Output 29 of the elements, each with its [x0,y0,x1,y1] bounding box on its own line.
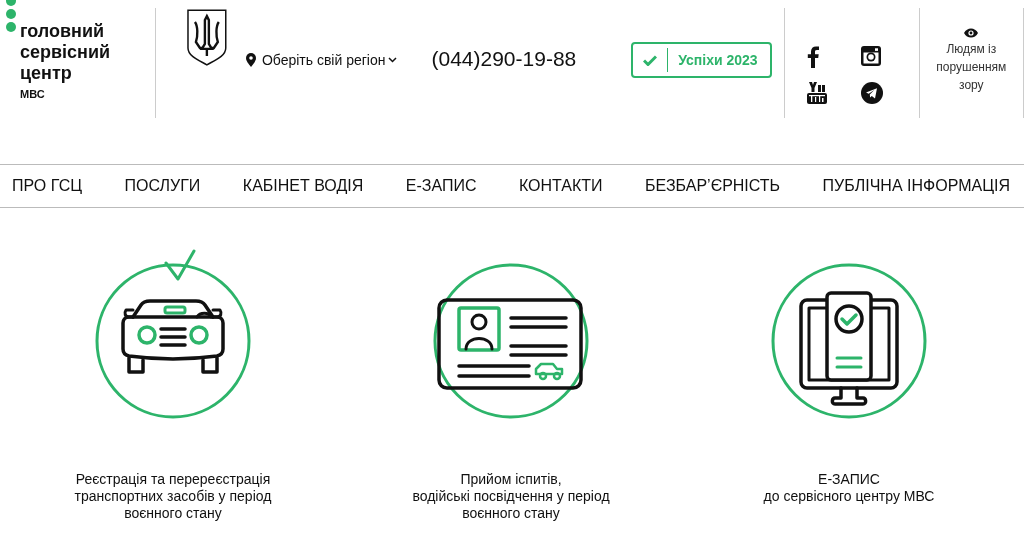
nav-link[interactable]: ПРО ГСЦ [12,177,83,195]
accessibility-link[interactable]: Людям із порушенням зору [929,40,1013,94]
location-pin-icon [245,53,256,67]
region-dropdown[interactable]: Оберіть свій регіон [261,52,398,68]
nav-link[interactable]: ПУБЛІЧНА ІНФОРМАЦІЯ [822,177,1010,195]
phone-number[interactable]: (044)290-19-88 [431,0,577,118]
nav-link[interactable]: БЕЗБАР’ЄРНІСТЬ [645,177,781,195]
logo-title[interactable]: головний сервісний центр [20,21,111,84]
license-card-icon [431,261,591,421]
check-icon [643,54,658,66]
nav-link[interactable]: КАБІНЕТ ВОДІЯ [242,177,364,195]
logo-dot [6,22,16,32]
service-link[interactable]: Е-ЗАПИС до сервісного центру МВС [763,471,935,505]
telegram-icon[interactable] [860,82,883,104]
service-link[interactable]: Реєстрація та перереєстрація транспортних засобів у період воєнного стану [74,471,272,522]
logo-dot [6,9,16,19]
instagram-icon[interactable] [860,46,881,66]
chevron-down-icon [388,57,398,63]
youtube-icon[interactable] [806,82,827,104]
car-icon [93,249,253,421]
monitor-icon [769,261,929,421]
eye-icon[interactable] [964,28,979,38]
nav-link[interactable]: Е-ЗАПИС [405,177,477,195]
facebook-icon[interactable] [806,46,819,68]
logo-subtitle: МВС [20,88,46,100]
service-link[interactable]: Прийом іспитів, водійські посвідчення у період воєнного стану [412,471,610,522]
trident-shield-icon [186,8,228,66]
nav-link[interactable]: ПОСЛУГИ [124,177,201,195]
nav-link[interactable]: КОНТАКТИ [518,177,603,195]
